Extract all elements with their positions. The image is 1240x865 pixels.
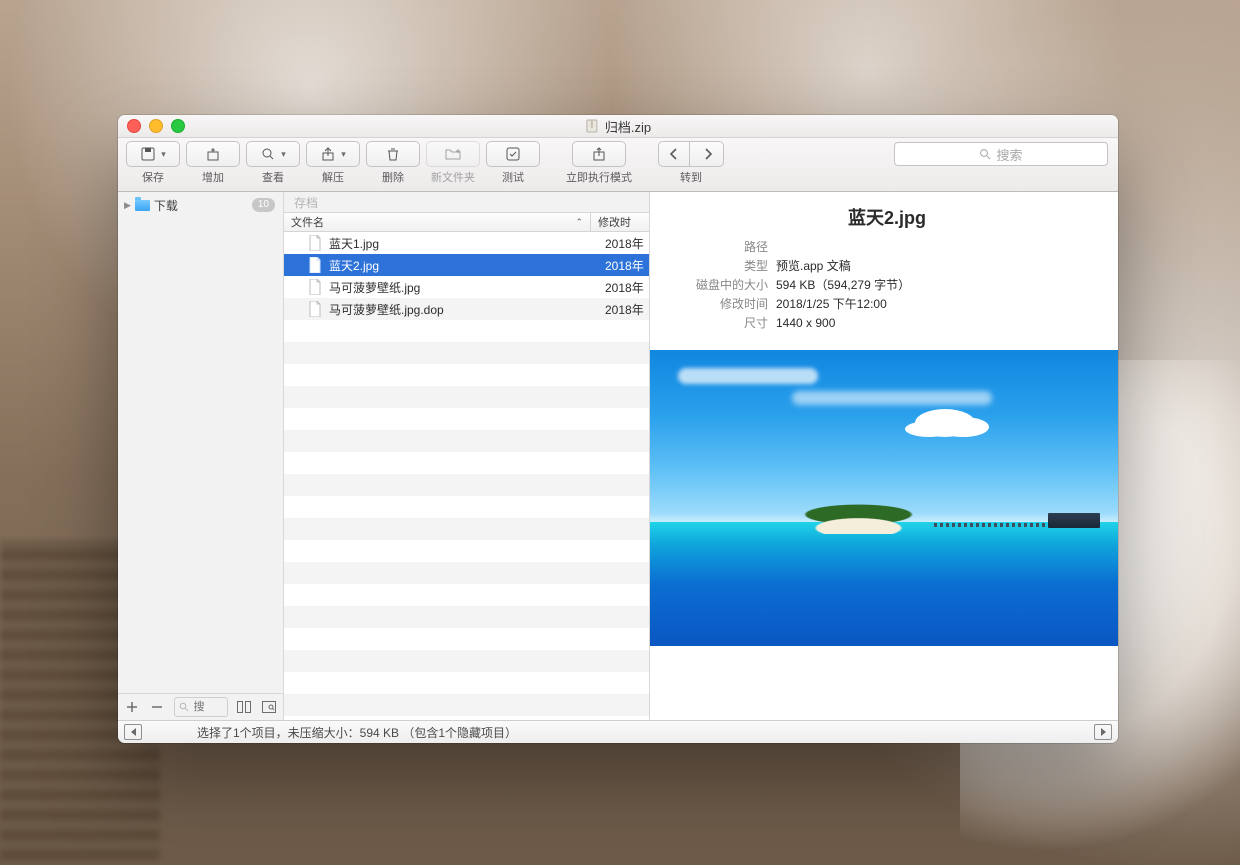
plus-icon <box>126 701 138 713</box>
file-icon <box>308 301 322 317</box>
archive-icon <box>585 119 599 133</box>
meta-label-size: 磁盘中的大小 <box>672 276 768 295</box>
sidebar: ▶ 下载 10 <box>118 192 284 720</box>
run-mode-icon <box>591 146 607 162</box>
app-window: 归档.zip ▾ 保存 增加 ▾ <box>118 115 1118 743</box>
file-row[interactable]: 马可菠萝壁纸.jpg.dop2018年 <box>284 298 649 320</box>
window-zoom-button[interactable] <box>171 119 185 133</box>
sidebar-search-field[interactable] <box>174 697 228 717</box>
column-header-name[interactable]: 文件名 ⌃ <box>284 213 591 231</box>
meta-label-type: 类型 <box>672 257 768 276</box>
nav-group: 转到 <box>658 141 724 185</box>
file-icon <box>308 257 322 273</box>
columns-icon <box>237 701 251 713</box>
sidebar-search-input[interactable] <box>192 700 218 714</box>
file-date: 2018年 <box>599 257 649 274</box>
chevron-left-icon <box>669 148 679 160</box>
chevron-down-icon: ▾ <box>161 149 166 160</box>
column-headers: 文件名 ⌃ 修改时 <box>284 213 649 232</box>
search-field[interactable]: 搜索 <box>894 142 1108 166</box>
window-close-button[interactable] <box>127 119 141 133</box>
nav-forward-button[interactable] <box>693 142 723 166</box>
status-text: 选择了1个项目，未压缩大小：594 KB （包含1个隐藏项目） <box>197 724 517 741</box>
meta-value-modified: 2018/1/25 下午12:00 <box>776 295 887 314</box>
save-button[interactable]: ▾ 保存 <box>126 141 180 185</box>
metadata: 路径 类型预览.app 文稿 磁盘中的大小594 KB（594,279 字节） … <box>650 234 1118 343</box>
chevron-right-icon <box>703 148 713 160</box>
chevron-down-icon: ▾ <box>281 149 286 160</box>
meta-label-dims: 尺寸 <box>672 314 768 333</box>
file-icon <box>308 235 322 251</box>
test-button[interactable]: 测试 <box>486 141 540 185</box>
file-row[interactable]: 蓝天1.jpg2018年 <box>284 232 649 254</box>
preview-area <box>650 343 1118 720</box>
meta-label-path: 路径 <box>672 238 768 257</box>
sidebar-footer <box>118 693 283 720</box>
triangle-left-icon <box>131 728 136 736</box>
nav-back-button[interactable] <box>659 142 690 166</box>
meta-value-size: 594 KB（594,279 字节） <box>776 276 910 295</box>
sidebar-item-downloads[interactable]: ▶ 下载 10 <box>118 195 283 215</box>
file-name: 马可菠萝壁纸.jpg.dop <box>329 301 599 318</box>
tab-label: 存档 <box>294 194 318 211</box>
remove-favorite-button[interactable] <box>149 698 166 716</box>
column-header-modified[interactable]: 修改时 <box>591 213 649 231</box>
titlebar[interactable]: 归档.zip <box>118 115 1118 138</box>
preview-image <box>650 350 1118 646</box>
sort-indicator-icon: ⌃ <box>575 217 583 228</box>
file-icon <box>308 279 322 295</box>
trash-icon <box>385 146 401 162</box>
disclosure-triangle-icon[interactable]: ▶ <box>124 200 131 211</box>
toolbar: ▾ 保存 增加 ▾ 查看 ▾ <box>118 138 1118 192</box>
check-icon <box>505 146 521 162</box>
file-date: 2018年 <box>599 235 649 252</box>
file-name: 马可菠萝壁纸.jpg <box>329 279 599 296</box>
search-icon <box>179 702 189 712</box>
file-name: 蓝天1.jpg <box>329 235 599 252</box>
preview-icon <box>262 701 276 713</box>
search-placeholder: 搜索 <box>996 145 1022 164</box>
meta-label-modified: 修改时间 <box>672 295 768 314</box>
view-mode-a-button[interactable] <box>236 698 253 716</box>
folder-icon <box>135 200 150 211</box>
detail-title: 蓝天2.jpg <box>666 204 1108 230</box>
window-body: ▶ 下载 10 <box>118 192 1118 720</box>
sidebar-item-label: 下载 <box>154 197 178 214</box>
window-minimize-button[interactable] <box>149 119 163 133</box>
count-badge: 10 <box>252 198 275 212</box>
chevron-down-icon: ▾ <box>341 149 346 160</box>
window-title: 归档.zip <box>605 117 651 136</box>
add-icon <box>205 146 221 162</box>
file-date: 2018年 <box>599 301 649 318</box>
detail-pane: 蓝天2.jpg 路径 类型预览.app 文稿 磁盘中的大小 594 KB（594,… <box>650 192 1118 720</box>
status-bar: 选择了1个项目，未压缩大小：594 KB （包含1个隐藏项目） <box>118 720 1118 743</box>
extract-button[interactable]: ▾ 解压 <box>306 141 360 185</box>
view-mode-b-button[interactable] <box>260 698 277 716</box>
search-icon <box>979 148 991 160</box>
view-icon <box>260 146 276 162</box>
file-list[interactable]: 蓝天1.jpg2018年蓝天2.jpg2018年马可菠萝壁纸.jpg2018年马… <box>284 232 649 720</box>
tab-archive[interactable]: 存档 <box>284 192 649 213</box>
save-icon <box>140 146 156 162</box>
file-name: 蓝天2.jpg <box>329 257 599 274</box>
file-row[interactable]: 马可菠萝壁纸.jpg2018年 <box>284 276 649 298</box>
triangle-right-icon <box>1101 728 1106 736</box>
status-right-button[interactable] <box>1094 724 1112 740</box>
new-folder-icon <box>444 146 462 162</box>
add-favorite-button[interactable] <box>124 698 141 716</box>
file-row[interactable]: 蓝天2.jpg2018年 <box>284 254 649 276</box>
view-button[interactable]: ▾ 查看 <box>246 141 300 185</box>
delete-button[interactable]: 删除 <box>366 141 420 185</box>
meta-value-dims: 1440 x 900 <box>776 314 835 333</box>
new-folder-button[interactable]: 新文件夹 <box>426 141 480 185</box>
run-mode-button[interactable]: 立即执行模式 <box>566 141 632 185</box>
file-list-pane: 存档 文件名 ⌃ 修改时 蓝天1.jpg2018年蓝天2.jpg2018年马可菠… <box>284 192 650 720</box>
extract-icon <box>320 146 336 162</box>
add-button[interactable]: 增加 <box>186 141 240 185</box>
status-left-button[interactable] <box>124 724 142 740</box>
meta-value-type: 预览.app 文稿 <box>776 257 851 276</box>
file-date: 2018年 <box>599 279 649 296</box>
minus-icon <box>151 701 163 713</box>
